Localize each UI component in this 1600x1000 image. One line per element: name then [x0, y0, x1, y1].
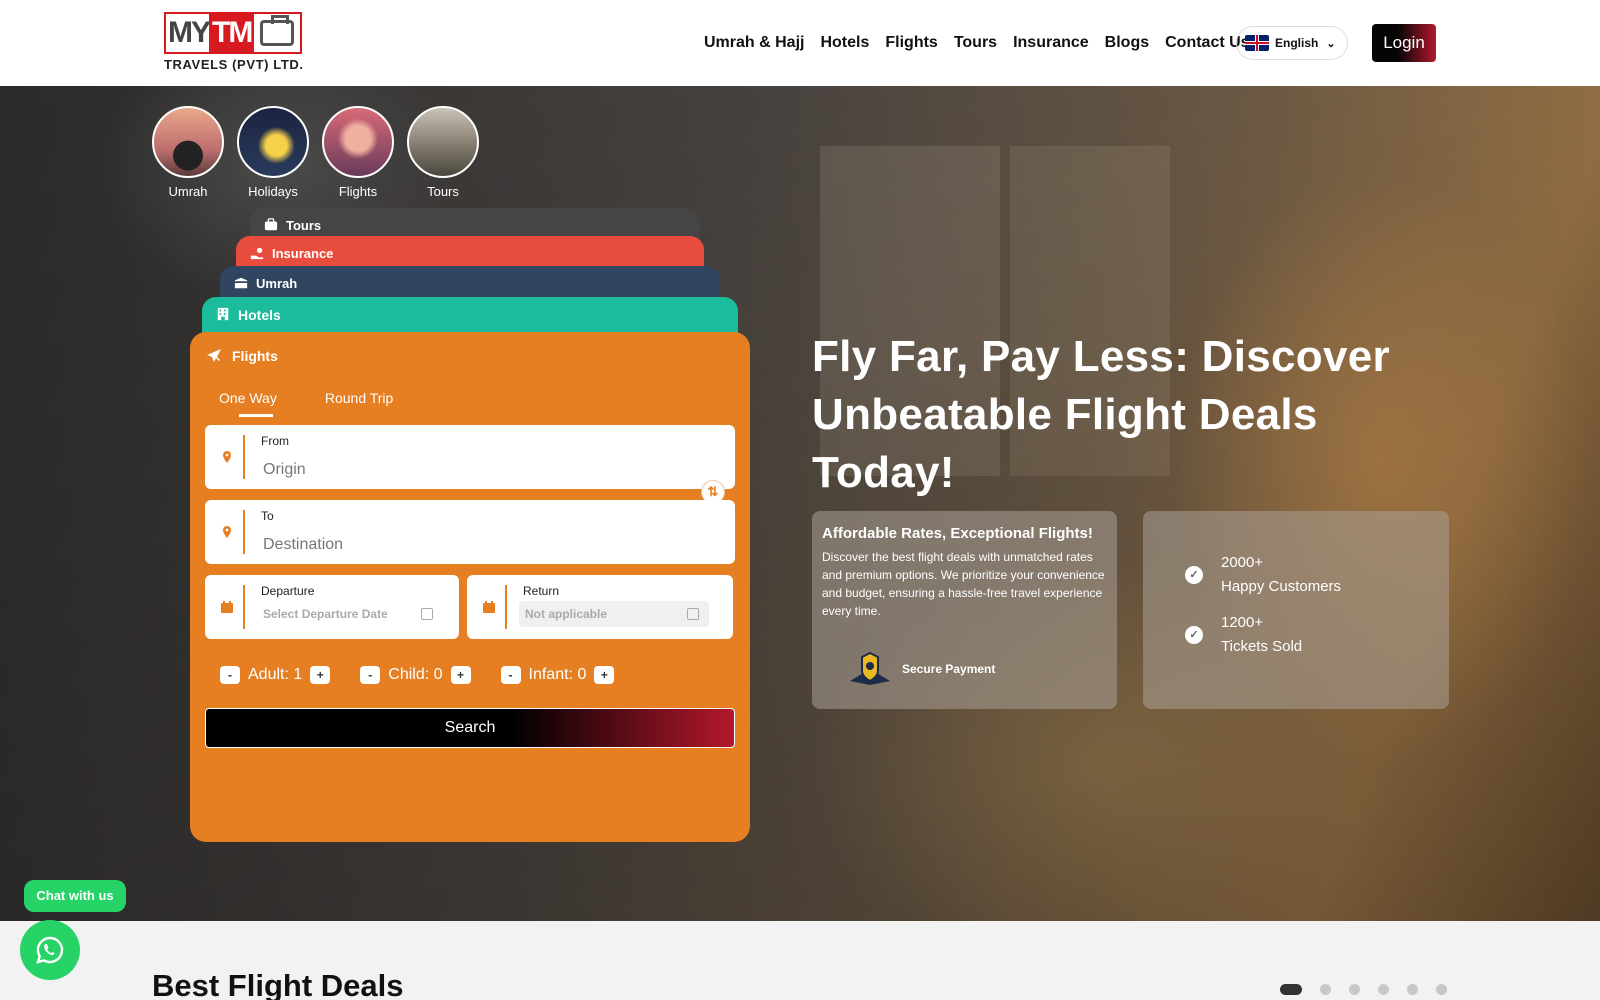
company-logo[interactable]: MY TM TRAVELS (PVT) LTD. — [164, 12, 304, 74]
one-way-option[interactable]: One Way — [219, 390, 277, 417]
carousel-pagination — [1280, 984, 1447, 995]
category-umrah[interactable]: Umrah — [152, 106, 224, 199]
calendar-icon — [483, 601, 495, 613]
carousel-dot[interactable] — [1320, 984, 1331, 995]
passenger-counters: - Adult: 1 + - Child: 0 + - Infant: 0 + — [220, 666, 615, 684]
chat-with-us-label[interactable]: Chat with us — [24, 880, 126, 912]
child-counter: - Child: 0 + — [360, 666, 471, 684]
return-label: Return — [523, 584, 560, 598]
nav-umrah-hajj[interactable]: Umrah & Hajj — [704, 24, 804, 62]
departure-date-input[interactable]: Select Departure Date — [257, 601, 443, 627]
holidays-image — [237, 106, 309, 178]
round-trip-option[interactable]: Round Trip — [325, 390, 393, 406]
nav-hotels[interactable]: Hotels — [820, 24, 869, 62]
carousel-dot[interactable] — [1349, 984, 1360, 995]
trip-type-toggle: One Way Round Trip — [190, 364, 750, 417]
card-title: Affordable Rates, Exceptional Flights! — [822, 525, 1093, 542]
adult-increment-button[interactable]: + — [310, 666, 331, 684]
hero-headline: Fly Far, Pay Less: Discover Unbeatable F… — [812, 332, 1390, 497]
nav-tours[interactable]: Tours — [954, 24, 997, 62]
departure-field[interactable]: Departure Select Departure Date — [205, 575, 459, 639]
section-title: Best Flight Deals — [152, 968, 404, 1000]
infant-counter: - Infant: 0 + — [500, 666, 615, 684]
check-circle-icon: ✓ — [1185, 566, 1203, 584]
nav-blogs[interactable]: Blogs — [1105, 24, 1149, 62]
adult-decrement-button[interactable]: - — [220, 666, 240, 684]
stat-tickets-sold: ✓ 1200+ Tickets Sold — [1185, 611, 1302, 659]
card-description: Discover the best flight deals with unma… — [822, 550, 1105, 618]
airplane-icon — [207, 349, 221, 362]
child-decrement-button[interactable]: - — [360, 666, 381, 684]
from-label: From — [261, 434, 289, 448]
login-button[interactable]: Login — [1372, 24, 1436, 62]
chevron-down-icon: ⌄ — [1326, 37, 1336, 50]
carousel-dot[interactable] — [1378, 984, 1389, 995]
affordable-rates-card: Affordable Rates, Exceptional Flights! D… — [812, 511, 1117, 709]
flights-image — [322, 106, 394, 178]
return-date-input: Not applicable — [519, 601, 709, 627]
logo-subtitle: TRAVELS (PVT) LTD. — [164, 57, 304, 72]
nav-insurance[interactable]: Insurance — [1013, 24, 1089, 62]
hotel-building-icon — [217, 307, 229, 321]
to-label: To — [261, 509, 274, 523]
secure-payment-badge: Secure Payment — [848, 651, 995, 687]
to-field[interactable]: To Destination — [205, 500, 735, 564]
language-label: English — [1275, 36, 1319, 50]
category-holidays[interactable]: Holidays — [237, 106, 309, 199]
child-increment-button[interactable]: + — [450, 666, 471, 684]
location-pin-icon — [223, 451, 231, 463]
tours-image — [407, 106, 479, 178]
calendar-icon — [221, 601, 233, 613]
infant-decrement-button[interactable]: - — [500, 666, 521, 684]
suitcase-icon — [254, 14, 300, 52]
insurance-hand-icon — [250, 247, 264, 260]
whatsapp-icon — [36, 936, 64, 964]
hero-section: Umrah Holidays Flights Tours Tours Insur… — [0, 86, 1600, 921]
infant-increment-button[interactable]: + — [594, 666, 615, 684]
nav-flights[interactable]: Flights — [885, 24, 937, 62]
destination-input[interactable]: Destination — [263, 536, 343, 554]
tab-flights[interactable]: Flights — [190, 332, 750, 364]
departure-label: Departure — [261, 584, 315, 598]
briefcase-icon — [264, 218, 278, 231]
origin-input[interactable]: Origin — [263, 461, 306, 479]
main-nav: Umrah & Hajj Hotels Flights Tours Insura… — [704, 24, 1250, 62]
calendar-icon — [687, 608, 699, 620]
search-button[interactable]: Search — [205, 708, 735, 748]
carousel-dot[interactable] — [1407, 984, 1418, 995]
calendar-icon — [421, 608, 433, 620]
kaaba-icon — [234, 277, 248, 289]
carousel-dot[interactable] — [1280, 984, 1302, 995]
stats-card: ✓ 2000+ Happy Customers ✓ 1200+ Tickets … — [1143, 511, 1449, 709]
carousel-dot[interactable] — [1436, 984, 1447, 995]
category-flights[interactable]: Flights — [322, 106, 394, 199]
adult-counter: - Adult: 1 + — [220, 666, 331, 684]
category-tours[interactable]: Tours — [407, 106, 479, 199]
umrah-image — [152, 106, 224, 178]
secure-payment-shield-icon — [850, 651, 890, 685]
whatsapp-button[interactable] — [20, 920, 80, 980]
uk-flag-icon — [1245, 35, 1269, 51]
top-navigation-bar: MY TM TRAVELS (PVT) LTD. Umrah & Hajj Ho… — [0, 0, 1600, 86]
from-field[interactable]: From Origin — [205, 425, 735, 489]
check-circle-icon: ✓ — [1185, 626, 1203, 644]
language-selector[interactable]: English ⌄ — [1236, 26, 1348, 60]
flight-search-panel: Flights One Way Round Trip From Origin ⇅… — [190, 332, 750, 842]
return-field[interactable]: Return Not applicable — [467, 575, 733, 639]
location-pin-icon — [223, 526, 231, 538]
category-circles: Umrah Holidays Flights Tours — [152, 106, 479, 199]
stat-happy-customers: ✓ 2000+ Happy Customers — [1185, 551, 1341, 599]
